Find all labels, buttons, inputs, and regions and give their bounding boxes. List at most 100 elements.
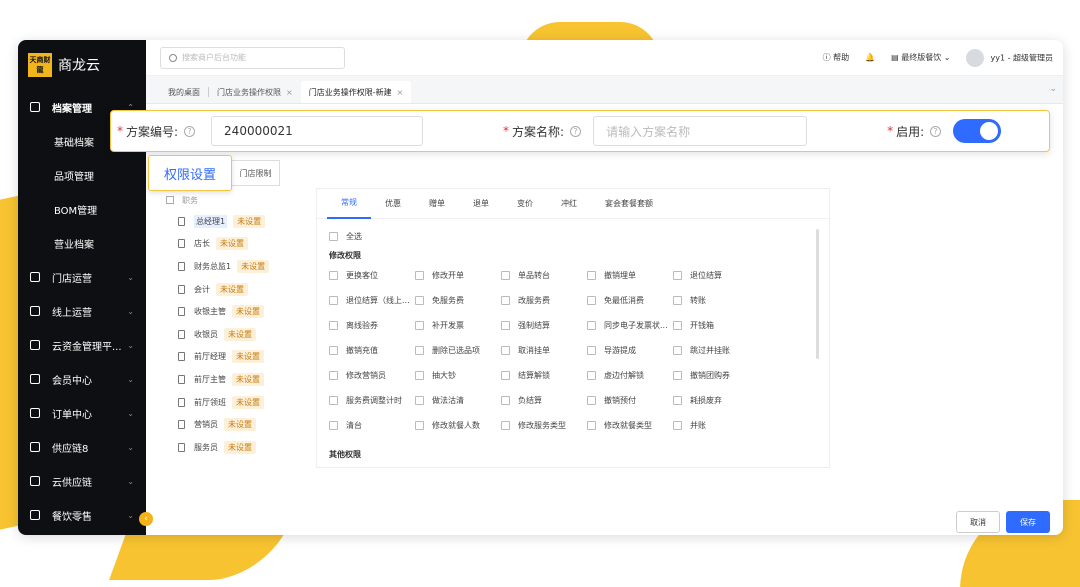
permission-checkbox[interactable]: 虚边付解锁 [587, 370, 673, 381]
permission-checkbox[interactable]: 撤销充值 [329, 345, 415, 356]
permission-label: 修改营销员 [346, 371, 386, 380]
tree-node[interactable]: 前厅领班 未设置 [160, 391, 310, 414]
sidebar-item[interactable]: 会员中心 ⌄ [18, 362, 146, 396]
sidebar-item[interactable]: 供应链8 ⌄ [18, 430, 146, 464]
help-link[interactable]: ⓘ 帮助 [823, 52, 850, 63]
page-tab[interactable]: 门店业务操作权限-新建 × [300, 81, 412, 103]
permission-tab[interactable]: 冲红 [547, 189, 591, 219]
permission-tab[interactable]: 赠单 [415, 189, 459, 219]
permission-checkbox[interactable]: 删除已选品项 [415, 345, 501, 356]
sidebar-item[interactable]: 订单中心 ⌄ [18, 396, 146, 430]
permission-checkbox[interactable]: 同步电子发票状... [587, 320, 673, 331]
permission-tab[interactable]: 变价 [503, 189, 547, 219]
tab-store-limit[interactable]: 门店限制 [232, 160, 280, 186]
permission-checkbox[interactable]: 免服务费 [415, 295, 501, 306]
sidebar-item[interactable]: 门店运营 ⌄ [18, 260, 146, 294]
help-icon[interactable]: ? [184, 125, 196, 137]
tabs-more-icon[interactable]: ⌄ [1049, 84, 1057, 94]
select-all-checkbox[interactable]: 全选 [329, 231, 415, 242]
permission-checkbox[interactable]: 免最低消费 [587, 295, 673, 306]
tree-node[interactable]: 营销员 未设置 [160, 413, 310, 436]
permission-checkbox[interactable]: 转账 [673, 295, 759, 306]
expand-icon[interactable] [166, 196, 174, 204]
permission-label: 撤销团购券 [690, 371, 730, 380]
sidebar-item[interactable]: 餐饮零售 ⌄ [18, 498, 146, 532]
permission-checkbox[interactable]: 修改就餐人数 [415, 420, 501, 431]
tree-node[interactable]: 财务总监1 未设置 [160, 255, 310, 278]
permission-checkbox[interactable]: 开钱箱 [673, 320, 759, 331]
permission-checkbox[interactable]: 抽大钞 [415, 370, 501, 381]
permission-checkbox[interactable]: 补开发票 [415, 320, 501, 331]
permission-checkbox[interactable]: 强制结算 [501, 320, 587, 331]
permission-checkbox[interactable]: 耗损废弃 [673, 395, 759, 406]
permission-checkbox[interactable]: 修改就餐类型 [587, 420, 673, 431]
permission-tab[interactable]: 退单 [459, 189, 503, 219]
sidebar-item[interactable]: 云供应链 ⌄ [18, 464, 146, 498]
permission-checkbox[interactable]: 修改开单 [415, 270, 501, 281]
help-icon[interactable]: ? [570, 125, 582, 137]
permission-checkbox[interactable]: 跳过并挂账 [673, 345, 759, 356]
sidebar-item[interactable]: BOM管理 [18, 192, 146, 226]
enable-toggle[interactable] [953, 119, 1002, 143]
page-tab-label: 我的桌面 [168, 87, 200, 97]
tree-node[interactable]: 店长 未设置 [160, 233, 310, 256]
search-input[interactable]: 搜索商户后台功能 [160, 46, 345, 69]
close-icon[interactable]: × [397, 88, 404, 97]
tree-node[interactable]: 收银主管 未设置 [160, 300, 310, 323]
permission-tab[interactable]: 常规 [327, 189, 371, 219]
permission-checkbox[interactable]: 撤销团购券 [673, 370, 759, 381]
permission-checkbox[interactable]: 服务费调整计时 [329, 395, 415, 406]
save-button[interactable]: 保存 [1006, 511, 1050, 533]
tree-root[interactable]: 职务 [160, 190, 310, 210]
sidebar-item[interactable]: 云资金管理平... ⌄ [18, 328, 146, 362]
tree-node[interactable]: 总经理1 未设置 [160, 210, 310, 233]
code-input[interactable]: 240000021 [211, 116, 424, 146]
sidebar-item[interactable]: 线上运营 ⌄ [18, 294, 146, 328]
tree-node[interactable]: 收银员 未设置 [160, 323, 310, 346]
permission-row: 清台 修改就餐人数 修改服务类型 修改就餐类型 并账 [329, 413, 817, 438]
permission-row: 更换客位 修改开单 单品转台 撤销埋单 退位结算 [329, 263, 817, 288]
permission-checkbox[interactable]: 退位结算（线上... [329, 295, 415, 306]
tree-node[interactable]: 服务员 未设置 [160, 436, 310, 459]
permission-checkbox[interactable]: 单品转台 [501, 270, 587, 281]
close-icon[interactable]: × [286, 88, 293, 97]
permission-checkbox[interactable]: 修改营销员 [329, 370, 415, 381]
cancel-button[interactable]: 取消 [956, 511, 1000, 533]
permission-tab[interactable]: 宴会套餐套额 [591, 189, 667, 219]
chevron-icon: ⌄ [127, 442, 134, 452]
help-icon[interactable]: ? [930, 125, 942, 137]
permission-checkbox[interactable]: 修改服务类型 [501, 420, 587, 431]
permission-checkbox[interactable]: 改服务费 [501, 295, 587, 306]
permission-checkbox[interactable]: 取消挂单 [501, 345, 587, 356]
sidebar-item[interactable]: 品项管理 [18, 158, 146, 192]
tab-permission-settings[interactable]: 权限设置 [148, 155, 232, 191]
permission-checkbox[interactable]: 撤销预付 [587, 395, 673, 406]
permission-checkbox[interactable]: 负结算 [501, 395, 587, 406]
document-icon [178, 397, 185, 407]
tree-node[interactable]: 前厅经理 未设置 [160, 346, 310, 369]
permission-checkbox[interactable]: 离线验券 [329, 320, 415, 331]
permission-tab[interactable]: 优惠 [371, 189, 415, 219]
page-tab[interactable]: 门店业务操作权限 × [209, 81, 301, 103]
permission-checkbox[interactable]: 撤销埋单 [587, 270, 673, 281]
permission-checkbox[interactable]: 退位结算 [673, 270, 759, 281]
collapse-sidebar-icon[interactable]: ‹ [139, 512, 153, 526]
sidebar-item[interactable]: 营业档案 [18, 226, 146, 260]
permission-checkbox[interactable]: 更换客位 [329, 270, 415, 281]
tree-node[interactable]: 前厅主管 未设置 [160, 368, 310, 391]
store-selector[interactable]: ▤ 最终版餐饮 ⌄ [891, 52, 950, 63]
checkbox-box [673, 396, 682, 405]
tree-node-label: 前厅主管 [194, 374, 226, 384]
permission-label: 修改就餐人数 [432, 421, 480, 430]
permission-checkbox[interactable]: 导游提成 [587, 345, 673, 356]
user-menu[interactable]: yy1 - 超级管理员 [966, 48, 1053, 67]
permission-checkbox[interactable]: 清台 [329, 420, 415, 431]
permission-checkbox[interactable]: 做法沽清 [415, 395, 501, 406]
scrollbar[interactable] [816, 229, 819, 359]
bell-icon[interactable]: 🔔 [865, 53, 875, 62]
name-input[interactable]: 请输入方案名称 [593, 116, 808, 146]
tree-node[interactable]: 会计 未设置 [160, 278, 310, 301]
permission-checkbox[interactable]: 结算解锁 [501, 370, 587, 381]
page-tab[interactable]: 我的桌面 [160, 81, 208, 103]
permission-checkbox[interactable]: 并账 [673, 420, 759, 431]
